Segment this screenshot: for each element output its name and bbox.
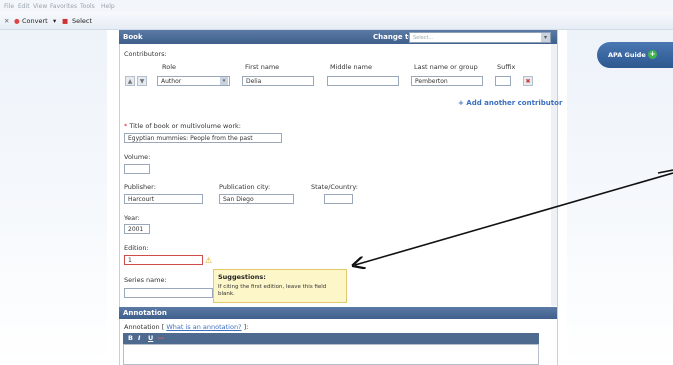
callout-arrow-tail xyxy=(657,169,673,174)
callout-arrow xyxy=(355,172,673,265)
callout-arrows xyxy=(0,169,673,365)
